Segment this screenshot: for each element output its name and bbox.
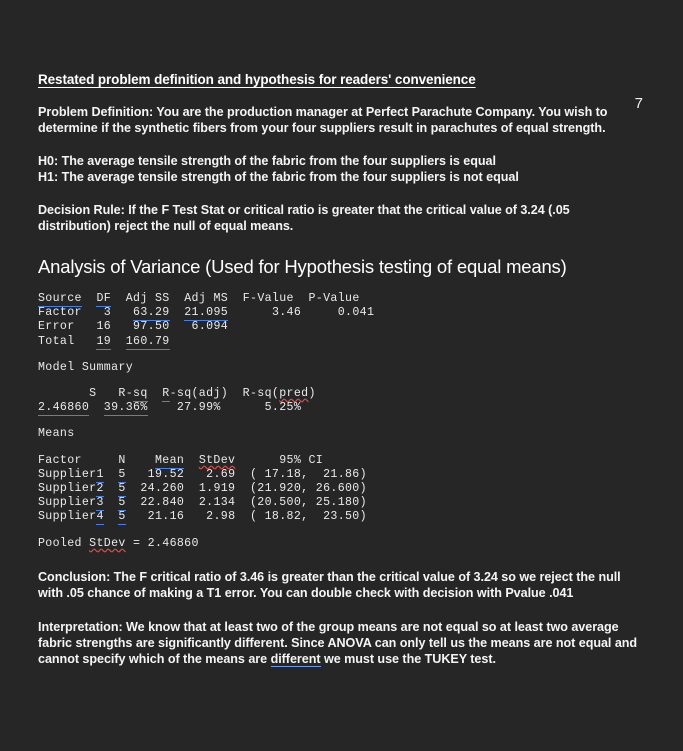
anova-row-factor-adjss: 63.29 xyxy=(133,306,170,322)
interpretation-label: Interpretation xyxy=(38,619,119,634)
anova-row-error-adjss: 97.50 xyxy=(133,320,170,334)
anova-table: Source DF Adj SS Adj MS F-Value P-Value … xyxy=(38,292,645,350)
interpretation-text-part2: we must use the xyxy=(320,651,425,666)
model-summary-title: Model Summary xyxy=(38,361,645,375)
anova-row-error-source: Error xyxy=(38,320,75,334)
means-row-1-stdev: 2.69 xyxy=(206,467,236,481)
model-summary-table-body: S R-sq R-sq(adj) R-sq(pred) 2.46860 39.3… xyxy=(38,387,316,417)
means-table-body: Factor N Mean StDev 95% CI Supplier1 5 1… xyxy=(38,453,645,526)
means-row-3-stdev: 2.134 xyxy=(198,496,236,510)
means-header-ci: 95% CI xyxy=(279,453,324,467)
anova-section-title: Analysis of Variance (Used for Hypothesi… xyxy=(38,256,567,277)
means-row-3-ci: (20.500, 25.180) xyxy=(250,496,367,510)
anova-row-factor-df: 3 xyxy=(103,306,112,320)
means-title: Means xyxy=(38,427,645,441)
means-header-mean: Mean xyxy=(154,453,185,469)
hypothesis-alternative: H1: The average tensile strength of the … xyxy=(38,170,519,184)
means-row-4-ci: ( 18.82, 23.50) xyxy=(250,510,367,524)
conclusion-text: The F critical ratio of 3.46 is greater … xyxy=(38,569,621,600)
anova-header-adjss: Adj SS xyxy=(125,292,170,305)
interpretation-bold-tail: TUKEY test. xyxy=(424,651,496,666)
means-row-2-ci: (21.920, 26.600) xyxy=(250,482,367,496)
means-row-4-stdev: 2.98 xyxy=(206,510,236,524)
means-block: Means xyxy=(38,427,645,441)
anova-row-factor-adjms: 21.095 xyxy=(184,306,229,322)
anova-header-pvalue: P-Value xyxy=(308,292,360,305)
interpretation-paragraph: Interpretation: We know that at least tw… xyxy=(38,619,645,667)
anova-table-body: Source DF Adj SS Adj MS F-Value P-Value … xyxy=(38,292,645,350)
conclusion-paragraph: Conclusion: The F critical ratio of 3.46… xyxy=(38,569,645,601)
hypothesis-null: H0: The average tensile strength of the … xyxy=(38,154,496,168)
model-summary-block: Model Summary xyxy=(38,361,645,375)
model-summary-header-s: S xyxy=(89,387,97,401)
model-summary-value-s: 2.46860 xyxy=(38,401,90,417)
means-row-3-factor: Supplier3 5 xyxy=(38,496,126,512)
anova-row-total-source: Total xyxy=(38,334,75,348)
anova-row-error-df: 16 xyxy=(96,320,112,334)
means-row-4-factor: Supplier4 5 xyxy=(38,510,126,526)
anova-row-error-adjms: 6.094 xyxy=(191,320,229,334)
means-header-factor: Factor xyxy=(38,453,82,467)
page-title: Restated problem definition and hypothes… xyxy=(38,72,476,87)
means-row-2-mean: 24.260 xyxy=(140,482,185,496)
pooled-stdev-body: Pooled StDev = 2.46860 xyxy=(38,536,199,550)
means-row-1-factor: Supplier1 5 xyxy=(38,467,126,483)
model-summary-header-rsqadj-prefix: R xyxy=(162,387,170,403)
means-row-4-mean: 21.16 xyxy=(147,510,185,524)
problem-definition-label: Problem Definition: xyxy=(38,105,154,119)
means-row-2-factor: Supplier2 5 xyxy=(38,482,126,498)
model-summary-value-rsq: 39.36% xyxy=(103,401,148,417)
means-row-1-mean: 19.52 xyxy=(147,467,185,481)
means-header-stdev: StDev xyxy=(198,453,236,467)
model-summary-header-rsqpred-word: pred xyxy=(279,387,309,401)
means-row-2-stdev: 1.919 xyxy=(198,482,236,496)
anova-row-total-df: 19 xyxy=(96,334,112,350)
means-table: Factor N Mean StDev 95% CI Supplier1 5 1… xyxy=(38,453,645,526)
anova-row-factor-source: Factor xyxy=(38,306,82,320)
interpretation-flagged-word: different xyxy=(270,651,321,667)
anova-row-factor-fvalue: 3.46 xyxy=(271,306,302,320)
pooled-stdev-value: 2.46860 xyxy=(147,536,199,550)
anova-header-df: DF xyxy=(96,292,112,307)
problem-definition-paragraph: Problem Definition: You are the producti… xyxy=(38,104,645,136)
anova-row-total-adjss: 160.79 xyxy=(125,334,170,350)
conclusion-label: Conclusion: xyxy=(38,569,111,584)
pooled-stdev-label: StDev xyxy=(89,536,126,550)
means-title-text: Means xyxy=(38,427,75,441)
document-page: 7 Restated problem definition and hypoth… xyxy=(0,72,683,751)
model-summary-header-rsq: sq xyxy=(133,387,148,403)
anova-header-adjms: Adj MS xyxy=(184,292,229,305)
decision-rule-paragraph: Decision Rule: If the F Test Stat or cri… xyxy=(38,203,570,233)
page-number: 7 xyxy=(634,95,643,112)
means-header-n: N xyxy=(118,453,126,467)
means-row-1-ci: ( 17.18, 21.86) xyxy=(250,467,367,481)
anova-row-factor-pvalue: 0.041 xyxy=(337,306,375,320)
page-bottom-spacer xyxy=(38,667,645,687)
anova-header-fvalue: F-Value xyxy=(242,292,294,305)
anova-header-source: Source xyxy=(38,292,82,307)
pooled-stdev-line: Pooled StDev = 2.46860 xyxy=(38,537,645,551)
model-summary-value-rsqadj: 27.99% xyxy=(176,401,221,415)
model-summary-title-text: Model Summary xyxy=(38,360,133,374)
model-summary-value-rsqpred: 5.25% xyxy=(264,401,302,415)
means-row-3-mean: 22.840 xyxy=(140,496,185,510)
model-summary-table: S R-sq R-sq(adj) R-sq(pred) 2.46860 39.3… xyxy=(38,387,645,417)
